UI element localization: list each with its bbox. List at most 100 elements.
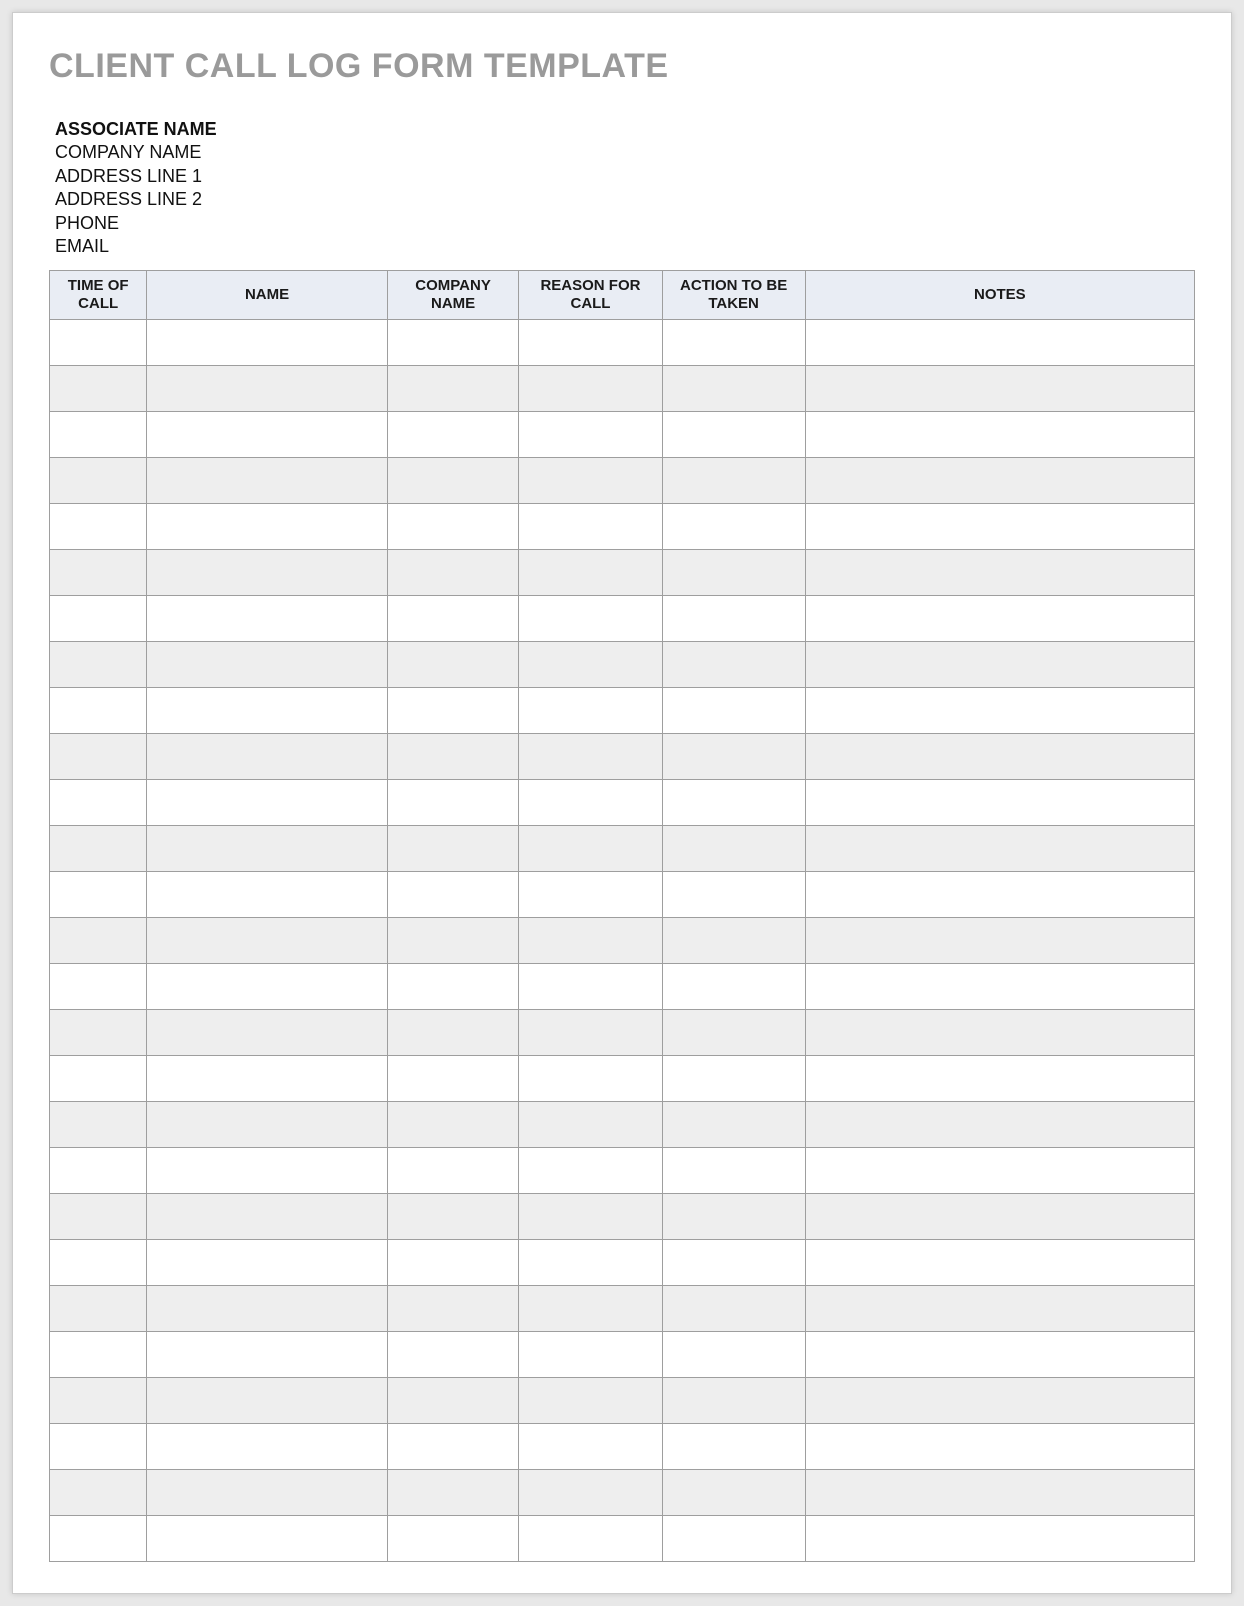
cell-action[interactable] xyxy=(662,458,805,504)
cell-time[interactable] xyxy=(50,412,147,458)
cell-action[interactable] xyxy=(662,642,805,688)
cell-time[interactable] xyxy=(50,872,147,918)
cell-reason[interactable] xyxy=(519,550,662,596)
cell-action[interactable] xyxy=(662,596,805,642)
cell-company[interactable] xyxy=(387,1516,519,1562)
cell-name[interactable] xyxy=(147,596,387,642)
cell-time[interactable] xyxy=(50,320,147,366)
cell-notes[interactable] xyxy=(805,826,1194,872)
cell-notes[interactable] xyxy=(805,918,1194,964)
cell-reason[interactable] xyxy=(519,1378,662,1424)
cell-reason[interactable] xyxy=(519,1470,662,1516)
cell-time[interactable] xyxy=(50,1148,147,1194)
cell-company[interactable] xyxy=(387,1010,519,1056)
cell-action[interactable] xyxy=(662,734,805,780)
cell-action[interactable] xyxy=(662,412,805,458)
cell-reason[interactable] xyxy=(519,872,662,918)
cell-time[interactable] xyxy=(50,1056,147,1102)
cell-reason[interactable] xyxy=(519,366,662,412)
cell-action[interactable] xyxy=(662,1056,805,1102)
cell-notes[interactable] xyxy=(805,734,1194,780)
cell-company[interactable] xyxy=(387,1470,519,1516)
cell-notes[interactable] xyxy=(805,1010,1194,1056)
cell-company[interactable] xyxy=(387,1286,519,1332)
cell-company[interactable] xyxy=(387,1056,519,1102)
cell-time[interactable] xyxy=(50,366,147,412)
cell-notes[interactable] xyxy=(805,550,1194,596)
cell-company[interactable] xyxy=(387,780,519,826)
cell-time[interactable] xyxy=(50,918,147,964)
cell-time[interactable] xyxy=(50,826,147,872)
cell-notes[interactable] xyxy=(805,780,1194,826)
cell-notes[interactable] xyxy=(805,872,1194,918)
cell-reason[interactable] xyxy=(519,642,662,688)
cell-reason[interactable] xyxy=(519,964,662,1010)
cell-time[interactable] xyxy=(50,504,147,550)
cell-name[interactable] xyxy=(147,1470,387,1516)
cell-action[interactable] xyxy=(662,688,805,734)
cell-action[interactable] xyxy=(662,1332,805,1378)
cell-time[interactable] xyxy=(50,688,147,734)
cell-time[interactable] xyxy=(50,1286,147,1332)
cell-time[interactable] xyxy=(50,780,147,826)
cell-name[interactable] xyxy=(147,1516,387,1562)
cell-time[interactable] xyxy=(50,1378,147,1424)
cell-notes[interactable] xyxy=(805,1286,1194,1332)
cell-company[interactable] xyxy=(387,734,519,780)
cell-notes[interactable] xyxy=(805,1194,1194,1240)
cell-notes[interactable] xyxy=(805,320,1194,366)
cell-action[interactable] xyxy=(662,550,805,596)
cell-reason[interactable] xyxy=(519,1240,662,1286)
cell-reason[interactable] xyxy=(519,918,662,964)
cell-action[interactable] xyxy=(662,826,805,872)
cell-action[interactable] xyxy=(662,918,805,964)
cell-reason[interactable] xyxy=(519,1516,662,1562)
cell-notes[interactable] xyxy=(805,1332,1194,1378)
cell-time[interactable] xyxy=(50,1516,147,1562)
cell-company[interactable] xyxy=(387,596,519,642)
cell-notes[interactable] xyxy=(805,1424,1194,1470)
cell-notes[interactable] xyxy=(805,1056,1194,1102)
cell-notes[interactable] xyxy=(805,458,1194,504)
cell-action[interactable] xyxy=(662,964,805,1010)
cell-name[interactable] xyxy=(147,918,387,964)
cell-time[interactable] xyxy=(50,458,147,504)
cell-reason[interactable] xyxy=(519,1148,662,1194)
cell-name[interactable] xyxy=(147,1010,387,1056)
cell-name[interactable] xyxy=(147,688,387,734)
cell-company[interactable] xyxy=(387,366,519,412)
cell-action[interactable] xyxy=(662,1148,805,1194)
cell-reason[interactable] xyxy=(519,1286,662,1332)
cell-time[interactable] xyxy=(50,1424,147,1470)
cell-reason[interactable] xyxy=(519,1332,662,1378)
cell-company[interactable] xyxy=(387,964,519,1010)
cell-company[interactable] xyxy=(387,1240,519,1286)
cell-reason[interactable] xyxy=(519,458,662,504)
cell-action[interactable] xyxy=(662,504,805,550)
cell-notes[interactable] xyxy=(805,504,1194,550)
cell-company[interactable] xyxy=(387,458,519,504)
cell-company[interactable] xyxy=(387,504,519,550)
cell-time[interactable] xyxy=(50,1470,147,1516)
cell-company[interactable] xyxy=(387,1148,519,1194)
cell-name[interactable] xyxy=(147,1240,387,1286)
cell-company[interactable] xyxy=(387,1102,519,1148)
cell-reason[interactable] xyxy=(519,688,662,734)
cell-name[interactable] xyxy=(147,412,387,458)
cell-name[interactable] xyxy=(147,1056,387,1102)
cell-company[interactable] xyxy=(387,412,519,458)
cell-action[interactable] xyxy=(662,320,805,366)
cell-notes[interactable] xyxy=(805,1516,1194,1562)
cell-reason[interactable] xyxy=(519,320,662,366)
cell-action[interactable] xyxy=(662,780,805,826)
cell-notes[interactable] xyxy=(805,1240,1194,1286)
cell-notes[interactable] xyxy=(805,366,1194,412)
cell-name[interactable] xyxy=(147,504,387,550)
cell-action[interactable] xyxy=(662,1010,805,1056)
cell-action[interactable] xyxy=(662,1102,805,1148)
cell-company[interactable] xyxy=(387,1378,519,1424)
cell-company[interactable] xyxy=(387,872,519,918)
cell-reason[interactable] xyxy=(519,826,662,872)
cell-action[interactable] xyxy=(662,1424,805,1470)
cell-action[interactable] xyxy=(662,1516,805,1562)
